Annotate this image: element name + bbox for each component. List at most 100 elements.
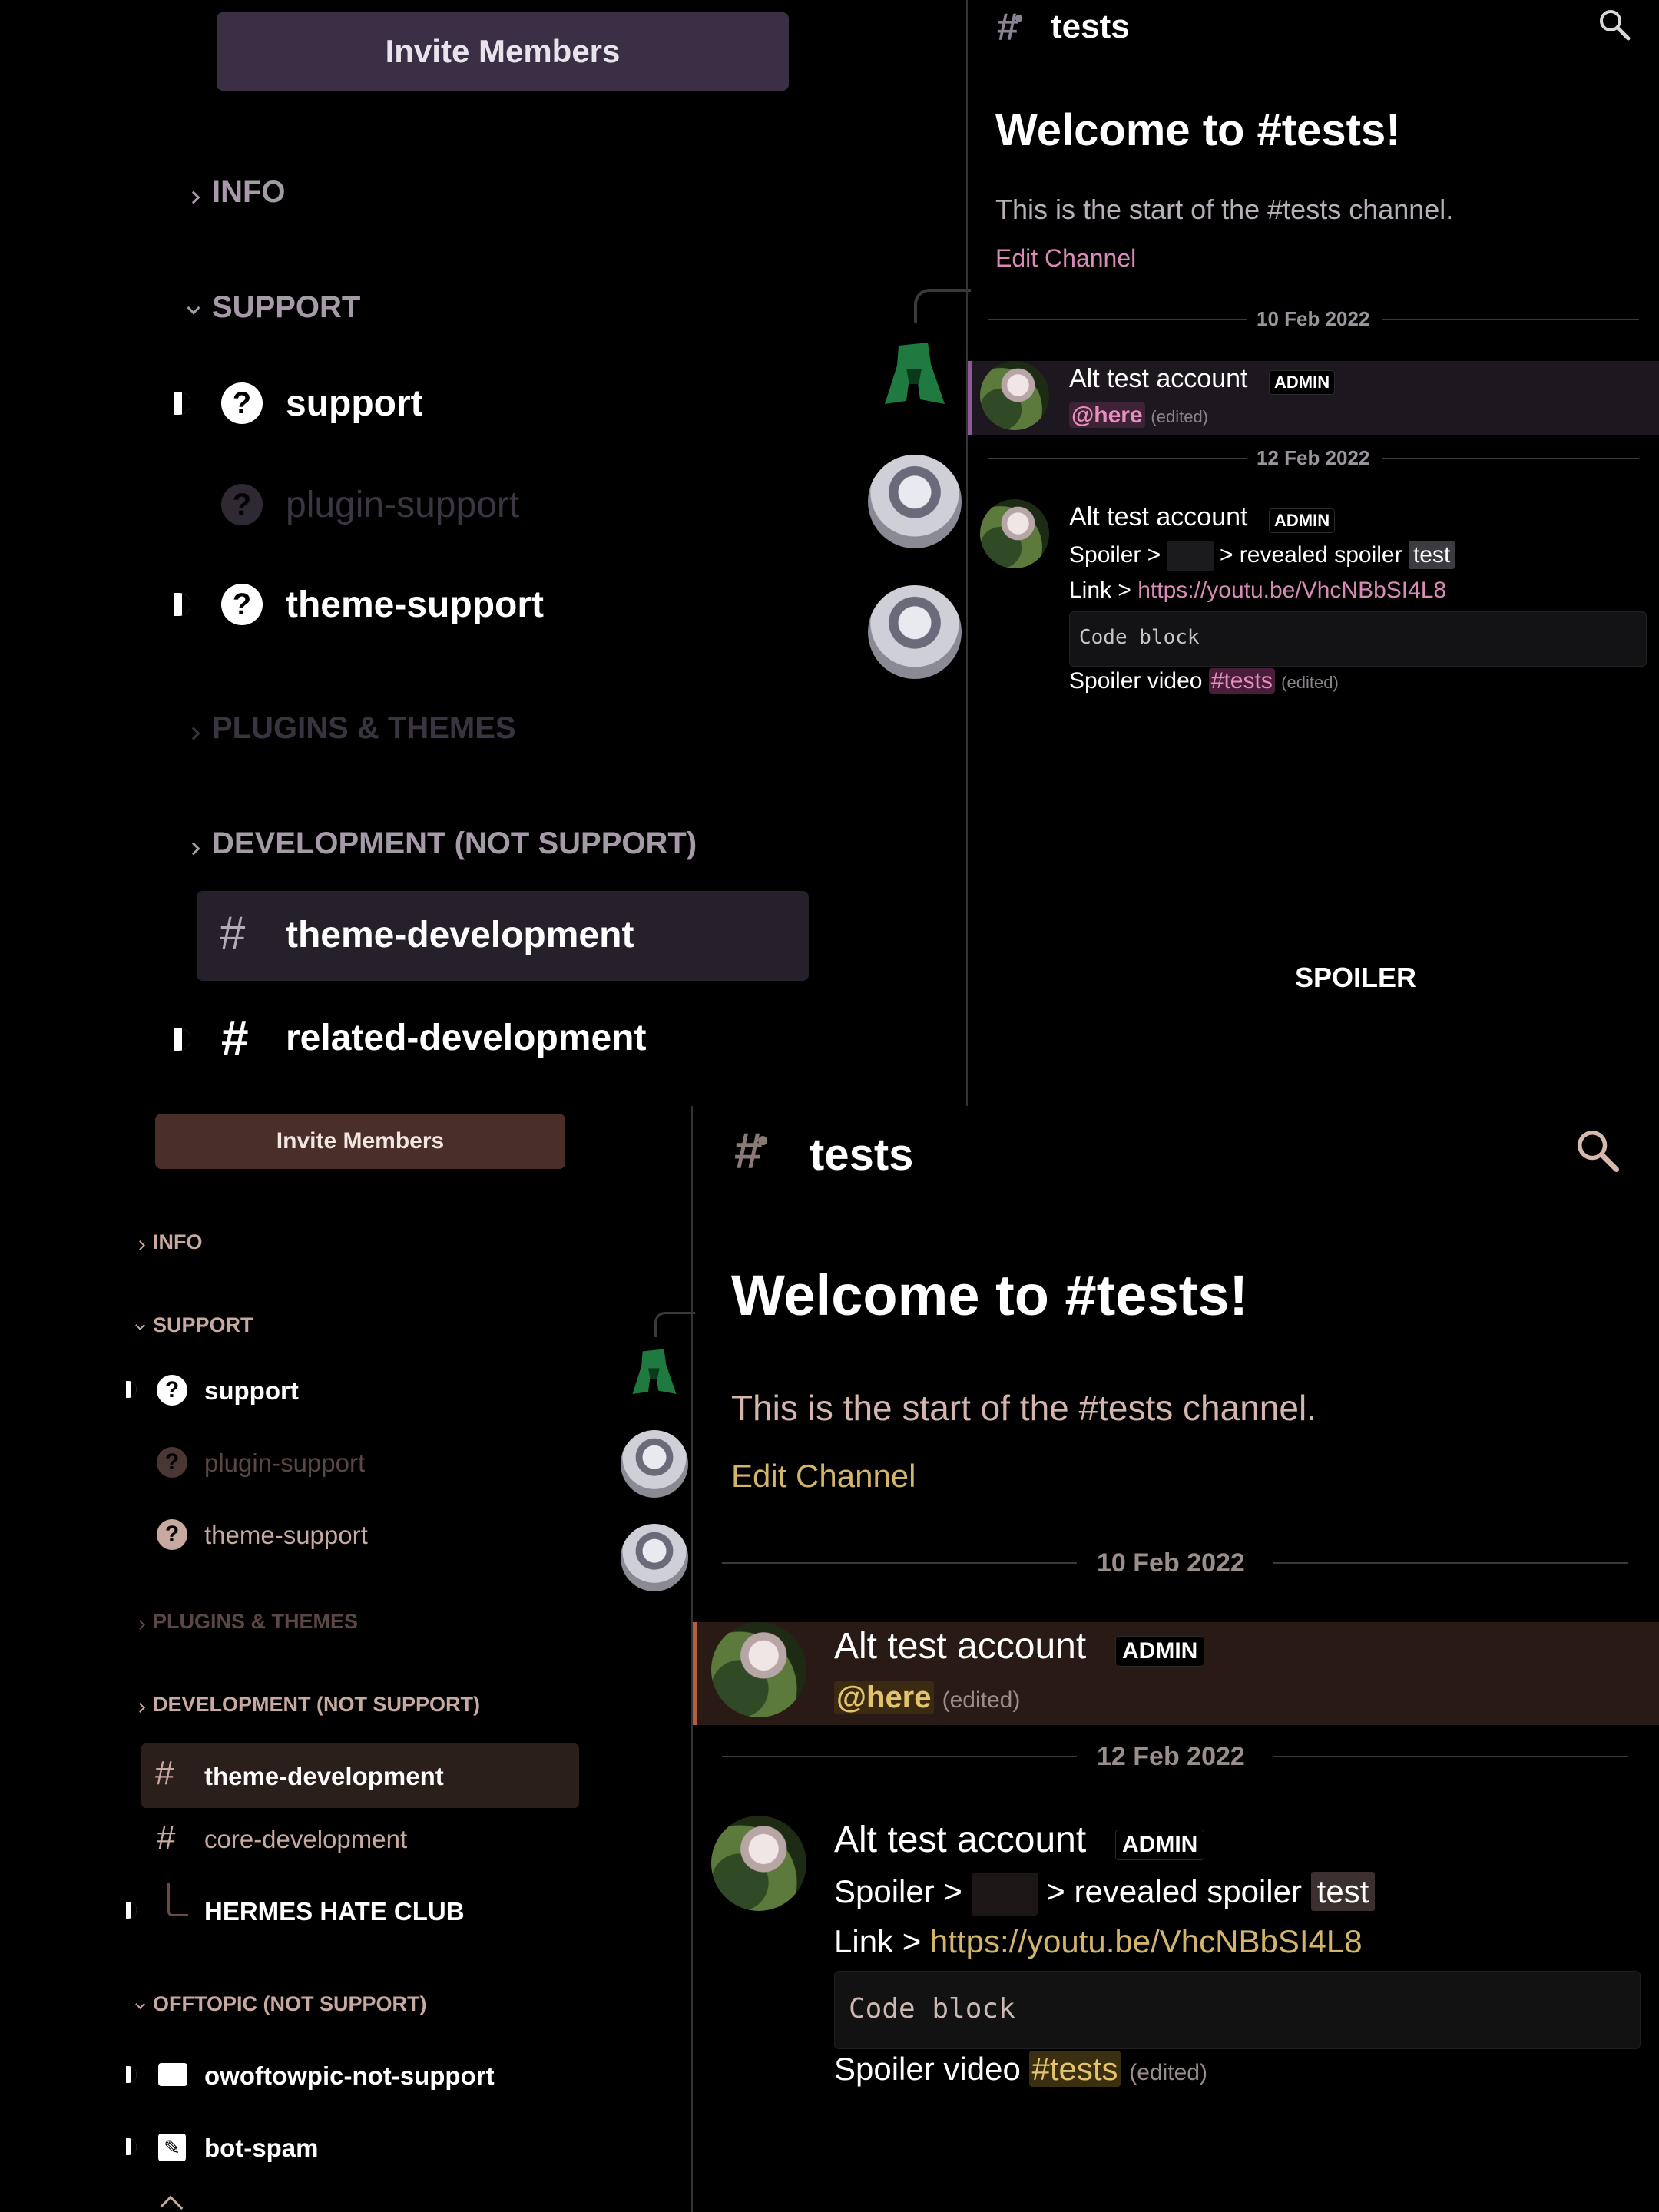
here-mention[interactable]: @here xyxy=(834,1681,934,1714)
revealed-spoiler[interactable]: test xyxy=(1408,540,1455,569)
channel-core-development[interactable]: # core-development xyxy=(124,1819,585,1859)
unread-indicator-icon xyxy=(174,593,190,616)
code-block: Code block xyxy=(834,1971,1641,2049)
invite-members-button[interactable]: Invite Members xyxy=(217,12,789,91)
category-plugins-themes[interactable]: PLUGINS & THEMES xyxy=(135,1610,358,1634)
channel-bot-spam[interactable]: ✎ bot-spam xyxy=(124,2129,585,2167)
unread-indicator-icon xyxy=(126,2138,137,2155)
unread-indicator-icon xyxy=(174,1028,190,1051)
question-circle-icon: ? xyxy=(157,1375,187,1406)
channel-related-development[interactable]: # related-development xyxy=(171,1010,785,1066)
link-line: Link > https://youtu.be/VhcNBbSI4L8 xyxy=(834,1923,1363,1959)
category-info[interactable]: INFO xyxy=(135,1230,203,1254)
user-avatar[interactable] xyxy=(711,1816,806,1911)
question-circle-icon: ? xyxy=(221,382,263,424)
welcome-title: Welcome to #tests! xyxy=(995,105,1401,155)
code-block: Code block xyxy=(1069,611,1647,667)
search-icon[interactable] xyxy=(1598,8,1631,41)
spoiler-video-line: Spoiler video #tests (edited) xyxy=(1069,668,1339,694)
channel-theme-support[interactable]: ? theme-support xyxy=(171,582,785,628)
channel-plugin-support[interactable]: ? plugin-support xyxy=(124,1444,585,1482)
edited-label: (edited) xyxy=(1281,673,1339,692)
channel-mention[interactable]: #tests xyxy=(1208,668,1275,694)
date-divider: 12 Feb 2022 xyxy=(1097,1742,1245,1771)
hidden-spoiler[interactable] xyxy=(1167,541,1214,571)
edit-channel-link[interactable]: Edit Channel xyxy=(731,1458,916,1495)
user-avatar[interactable] xyxy=(980,361,1049,430)
search-icon[interactable] xyxy=(1575,1128,1621,1174)
hidden-spoiler[interactable] xyxy=(971,1873,1038,1916)
chevron-down-icon xyxy=(135,1999,145,2009)
channel-mention[interactable]: #tests xyxy=(1029,2051,1121,2087)
question-circle-icon: ? xyxy=(221,584,263,625)
member-avatar[interactable] xyxy=(621,1524,688,1591)
message-author[interactable]: Alt test account xyxy=(1069,364,1247,394)
category-offtopic[interactable]: OFFTOPIC (NOT SUPPORT) xyxy=(135,1992,427,2016)
chevron-down-icon xyxy=(135,1320,145,1330)
spoiler-line: Spoiler > > revealed spoiler test xyxy=(1069,540,1455,571)
server-green-icon[interactable] xyxy=(883,338,946,407)
unread-indicator-icon xyxy=(126,1381,137,1398)
unread-indicator-icon xyxy=(174,392,190,415)
channel-owoftowpic[interactable]: owoftowpic-not-support xyxy=(124,2057,585,2095)
channel-theme-development[interactable]: # theme-development xyxy=(141,1743,579,1808)
edited-label: (edited) xyxy=(1129,2060,1207,2085)
hashtag-icon: # xyxy=(155,1754,174,1792)
here-mention[interactable]: @here xyxy=(1069,402,1145,428)
date-divider: 10 Feb 2022 xyxy=(1257,307,1370,330)
category-info[interactable]: INFO xyxy=(187,175,286,210)
youtube-link[interactable]: https://youtu.be/VhcNBbSI4L8 xyxy=(1137,578,1446,603)
admin-badge: ADMIN xyxy=(1269,370,1336,395)
youtube-link[interactable]: https://youtu.be/VhcNBbSI4L8 xyxy=(930,1923,1363,1959)
hashtag-icon: # xyxy=(221,1010,249,1065)
thread-connector xyxy=(914,289,971,323)
channel-title: tests xyxy=(1051,8,1130,45)
spoiler-line: Spoiler > > revealed spoiler test xyxy=(834,1872,1376,1916)
category-support[interactable]: SUPPORT xyxy=(135,1313,253,1337)
message-content: @here (edited) xyxy=(1069,402,1208,429)
admin-badge: ADMIN xyxy=(1269,508,1336,533)
message-author[interactable]: Alt test account xyxy=(834,1625,1086,1667)
thread-connector xyxy=(654,1312,695,1337)
date-divider: 10 Feb 2022 xyxy=(1097,1548,1245,1578)
channel-theme-support[interactable]: ? theme-support xyxy=(124,1516,585,1555)
thread-hermes-hate-club[interactable]: HERMES HATE CLUB xyxy=(124,1883,585,1931)
unread-indicator-icon xyxy=(126,2066,137,2083)
spoiler-overlay[interactable]: SPOILER xyxy=(1295,962,1416,994)
channel-support[interactable]: ? support xyxy=(171,381,785,427)
server-green-icon[interactable] xyxy=(631,1346,677,1396)
user-avatar[interactable] xyxy=(711,1622,806,1717)
welcome-subtitle: This is the start of the #tests channel. xyxy=(995,194,1454,225)
channel-title: tests xyxy=(810,1130,914,1180)
channel-theme-development[interactable]: # theme-development xyxy=(197,891,809,981)
category-support[interactable]: SUPPORT xyxy=(187,290,360,325)
question-circle-icon: ? xyxy=(221,484,263,525)
chevron-right-icon xyxy=(135,1240,145,1250)
category-development[interactable]: DEVELOPMENT (NOT SUPPORT) xyxy=(187,826,697,861)
member-avatar[interactable] xyxy=(621,1430,688,1498)
admin-badge: ADMIN xyxy=(1115,1830,1205,1860)
chevron-right-icon xyxy=(187,842,200,856)
message-content: @here (edited) xyxy=(834,1681,1020,1715)
member-avatar[interactable] xyxy=(868,455,962,548)
message-author[interactable]: Alt test account xyxy=(834,1819,1086,1861)
bottom-screenshot: Invite Members INFO SUPPORT ? support ? … xyxy=(0,1106,1659,2212)
member-avatar[interactable] xyxy=(868,585,962,679)
channel-plugin-support[interactable]: ? plugin-support xyxy=(171,482,785,528)
invite-members-button[interactable]: Invite Members xyxy=(155,1114,565,1169)
edit-channel-link[interactable]: Edit Channel xyxy=(995,244,1136,273)
hashtag-icon: # xyxy=(220,907,246,959)
question-circle-icon: ? xyxy=(157,1447,187,1478)
revealed-spoiler[interactable]: test xyxy=(1310,1872,1376,1912)
channel-support[interactable]: ? support xyxy=(124,1372,585,1410)
category-plugins-themes[interactable]: PLUGINS & THEMES xyxy=(187,711,516,746)
spoiler-video-line: Spoiler video #tests (edited) xyxy=(834,2051,1207,2087)
link-line: Link > https://youtu.be/VhcNBbSI4L8 xyxy=(1069,578,1447,603)
user-avatar[interactable] xyxy=(980,499,1049,568)
edited-label: (edited) xyxy=(942,1687,1021,1713)
message-author[interactable]: Alt test account xyxy=(1069,502,1247,532)
category-development[interactable]: DEVELOPMENT (NOT SUPPORT) xyxy=(135,1693,480,1717)
thread-spine-icon xyxy=(167,1883,188,1916)
pencil-square-icon: ✎ xyxy=(158,2134,186,2161)
edited-label: (edited) xyxy=(1151,407,1208,426)
